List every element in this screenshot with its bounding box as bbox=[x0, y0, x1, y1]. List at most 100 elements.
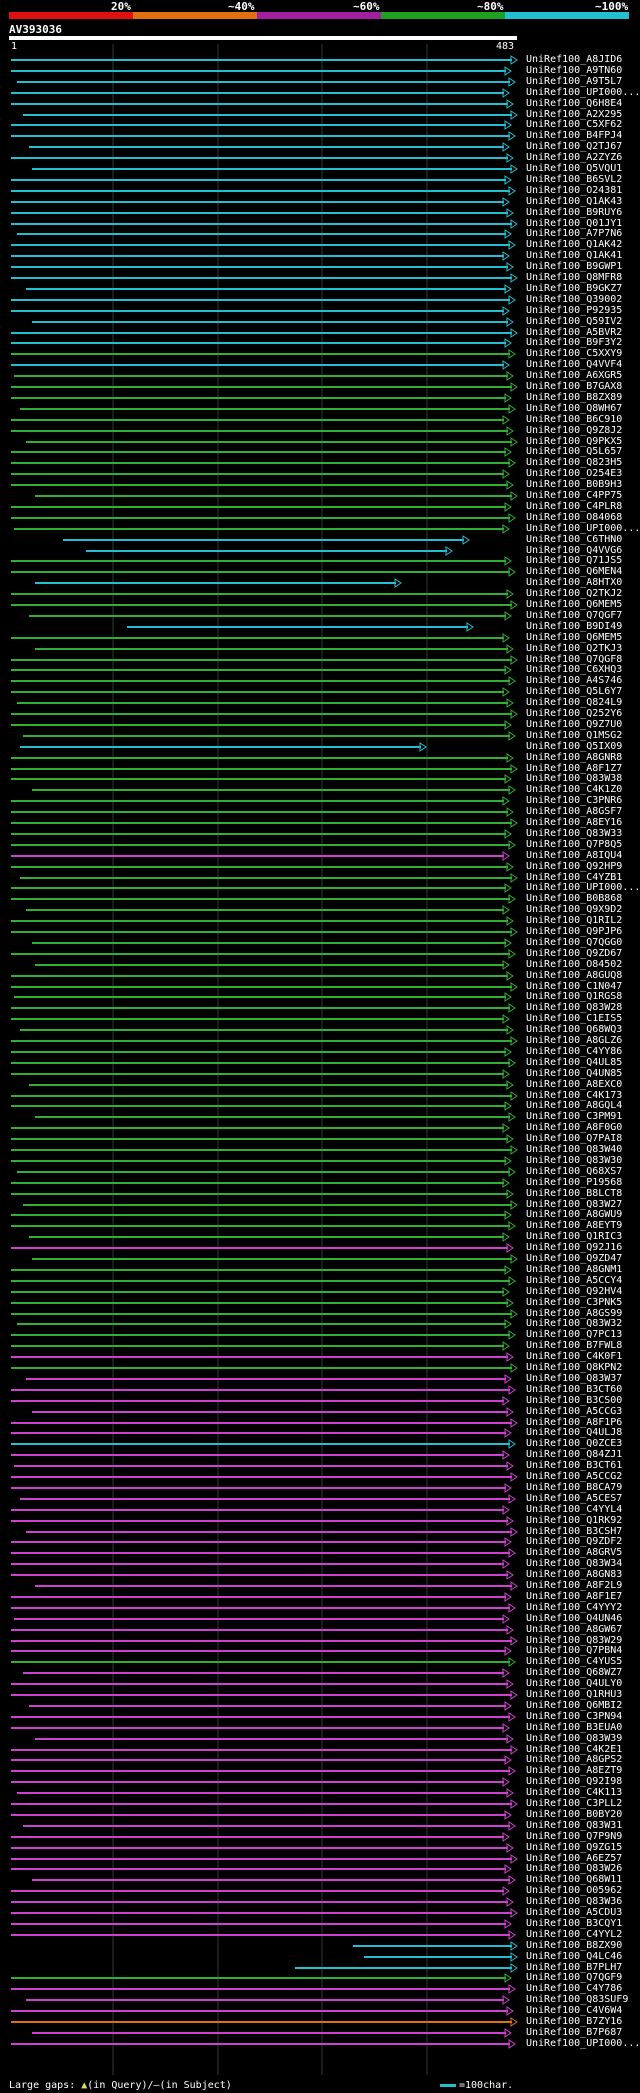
hit-label[interactable]: UniRef100_Q9ZD47 bbox=[526, 1254, 622, 1264]
hit-label[interactable]: UniRef100_Q4UN46 bbox=[526, 1614, 622, 1624]
hit-label[interactable]: UniRef100_B3CQY1 bbox=[526, 1919, 622, 1929]
hit-label[interactable]: UniRef100_P19568 bbox=[526, 1178, 622, 1188]
hit-label[interactable]: UniRef100_Q68WQ3 bbox=[526, 1025, 622, 1035]
hit-label[interactable]: UniRef100_Q2TKJ3 bbox=[526, 644, 622, 654]
hit-label[interactable]: UniRef100_Q7QGG0 bbox=[526, 938, 622, 948]
hit-label[interactable]: UniRef100_Q7QGF7 bbox=[526, 611, 622, 621]
hit-label[interactable]: UniRef100_Q68WZ7 bbox=[526, 1668, 622, 1678]
hit-label[interactable]: UniRef100_Q84ZJ1 bbox=[526, 1450, 622, 1460]
hit-label[interactable]: UniRef100_Q59IV2 bbox=[526, 317, 622, 327]
hit-label[interactable]: UniRef100_B0B868 bbox=[526, 894, 622, 904]
hit-label[interactable]: UniRef100_Q8WH67 bbox=[526, 404, 622, 414]
hit-label[interactable]: UniRef100_Q4UL85 bbox=[526, 1058, 622, 1068]
hit-label[interactable]: UniRef100_Q39002 bbox=[526, 295, 622, 305]
hit-label[interactable]: UniRef100_Q9ZG15 bbox=[526, 1843, 622, 1853]
hit-label[interactable]: UniRef100_C3PM91 bbox=[526, 1112, 622, 1122]
hit-label[interactable]: UniRef100_C4YYL2 bbox=[526, 1930, 622, 1940]
hit-label[interactable]: UniRef100_B8ZX89 bbox=[526, 393, 622, 403]
hit-label[interactable]: UniRef100_C4Y786 bbox=[526, 1984, 622, 1994]
hit-label[interactable]: UniRef100_A8GPS2 bbox=[526, 1755, 622, 1765]
hit-label[interactable]: UniRef100_A5CCG3 bbox=[526, 1407, 622, 1417]
hit-label[interactable]: UniRef100_C6XHQ3 bbox=[526, 665, 622, 675]
hit-label[interactable]: UniRef100_Q83W34 bbox=[526, 1559, 622, 1569]
hit-label[interactable]: UniRef100_C4K1Z0 bbox=[526, 785, 622, 795]
hit-label[interactable]: UniRef100_Q9ZDF2 bbox=[526, 1537, 622, 1547]
hit-label[interactable]: UniRef100_Q83SUF9 bbox=[526, 1995, 628, 2005]
hit-label[interactable]: UniRef100_A8F1E7 bbox=[526, 1592, 622, 1602]
hit-label[interactable]: UniRef100_C4YY86 bbox=[526, 1047, 622, 1057]
hit-label[interactable]: UniRef100_Q8KPN2 bbox=[526, 1363, 622, 1373]
hit-label[interactable]: UniRef100_Q1RK92 bbox=[526, 1516, 622, 1526]
hit-label[interactable]: UniRef100_Q92J16 bbox=[526, 1243, 622, 1253]
hit-label[interactable]: UniRef100_Q83W37 bbox=[526, 1374, 622, 1384]
hit-label[interactable]: UniRef100_A2ZYZ6 bbox=[526, 153, 622, 163]
hit-label[interactable]: UniRef100_Q2TKJ2 bbox=[526, 589, 622, 599]
hit-label[interactable]: UniRef100_B0B9H3 bbox=[526, 480, 622, 490]
hit-label[interactable]: UniRef100_Q1RGS8 bbox=[526, 992, 622, 1002]
hit-label[interactable]: UniRef100_O84502 bbox=[526, 960, 622, 970]
hit-label[interactable]: UniRef100_C4YYY2 bbox=[526, 1603, 622, 1613]
hit-label[interactable]: UniRef100_B3EUA0 bbox=[526, 1723, 622, 1733]
hit-label[interactable]: UniRef100_Q83W40 bbox=[526, 1145, 622, 1155]
hit-label[interactable]: UniRef100_Q1AK41 bbox=[526, 251, 622, 261]
hit-label[interactable]: UniRef100_Q1AK42 bbox=[526, 240, 622, 250]
hit-label[interactable]: UniRef100_C5XXY9 bbox=[526, 349, 622, 359]
hit-label[interactable]: UniRef100_C4V6W4 bbox=[526, 2006, 622, 2016]
hit-label[interactable]: UniRef100_A8JID6 bbox=[526, 55, 622, 65]
hit-label[interactable]: UniRef100_A8EXC0 bbox=[526, 1080, 622, 1090]
hit-label[interactable]: UniRef100_C4K113 bbox=[526, 1788, 622, 1798]
hit-label[interactable]: UniRef100_Q9Z8J2 bbox=[526, 426, 622, 436]
hit-label[interactable]: UniRef100_A5CES7 bbox=[526, 1494, 622, 1504]
hit-label[interactable]: UniRef100_Q4LC46 bbox=[526, 1952, 622, 1962]
hit-label[interactable]: UniRef100_A9T5L7 bbox=[526, 77, 622, 87]
hit-label[interactable]: UniRef100_A8IQU4 bbox=[526, 851, 622, 861]
hit-label[interactable]: UniRef100_B6C910 bbox=[526, 415, 622, 425]
hit-label[interactable]: UniRef100_A8EY16 bbox=[526, 818, 622, 828]
hit-label[interactable]: UniRef100_A5CDU3 bbox=[526, 1908, 622, 1918]
hit-label[interactable]: UniRef100_Q9X9D2 bbox=[526, 905, 622, 915]
hit-label[interactable]: UniRef100_A8GN83 bbox=[526, 1570, 622, 1580]
hit-label[interactable]: UniRef100_B3CT60 bbox=[526, 1385, 622, 1395]
hit-label[interactable]: UniRef100_Q824L9 bbox=[526, 698, 622, 708]
hit-label[interactable]: UniRef100_B9GKZ7 bbox=[526, 284, 622, 294]
hit-label[interactable]: UniRef100_A8GLZ6 bbox=[526, 1036, 622, 1046]
hit-label[interactable]: UniRef100_B9DI49 bbox=[526, 622, 622, 632]
hit-label[interactable]: UniRef100_C3PNR6 bbox=[526, 796, 622, 806]
hit-label[interactable]: UniRef100_Q83W36 bbox=[526, 1897, 622, 1907]
hit-label[interactable]: UniRef100_UPI000... bbox=[526, 883, 640, 893]
hit-label[interactable]: UniRef100_Q83W26 bbox=[526, 1864, 622, 1874]
hit-label[interactable]: UniRef100_Q83W33 bbox=[526, 829, 622, 839]
hit-label[interactable]: UniRef100_A8GW67 bbox=[526, 1625, 622, 1635]
hit-label[interactable]: UniRef100_B7P687 bbox=[526, 2028, 622, 2038]
hit-label[interactable]: UniRef100_B7FWL8 bbox=[526, 1341, 622, 1351]
hit-label[interactable]: UniRef100_B9F3Y2 bbox=[526, 338, 622, 348]
hit-label[interactable]: UniRef100_A7P7N6 bbox=[526, 229, 622, 239]
hit-label[interactable]: UniRef100_UPI000... bbox=[526, 88, 640, 98]
hit-label[interactable]: UniRef100_Q5VQU1 bbox=[526, 164, 622, 174]
hit-label[interactable]: UniRef100_A8HTX0 bbox=[526, 578, 622, 588]
hit-label[interactable]: UniRef100_Q1AK43 bbox=[526, 197, 622, 207]
hit-label[interactable]: UniRef100_A9TN60 bbox=[526, 66, 622, 76]
hit-label[interactable]: UniRef100_Q83W32 bbox=[526, 1319, 622, 1329]
hit-label[interactable]: UniRef100_Q83W31 bbox=[526, 1821, 622, 1831]
hit-label[interactable]: UniRef100_B4FPJ4 bbox=[526, 131, 622, 141]
hit-label[interactable]: UniRef100_Q6MEM5 bbox=[526, 633, 622, 643]
hit-label[interactable]: UniRef100_B3CS00 bbox=[526, 1396, 622, 1406]
hit-label[interactable]: UniRef100_Q9PJP6 bbox=[526, 927, 622, 937]
hit-label[interactable]: UniRef100_B8LCT8 bbox=[526, 1189, 622, 1199]
hit-label[interactable]: UniRef100_C4PLR8 bbox=[526, 502, 622, 512]
hit-label[interactable]: UniRef100_Q6MEN4 bbox=[526, 567, 622, 577]
hit-label[interactable]: UniRef100_A8F0G0 bbox=[526, 1123, 622, 1133]
hit-label[interactable]: UniRef100_C3PNK5 bbox=[526, 1298, 622, 1308]
hit-label[interactable]: UniRef100_A8GQL4 bbox=[526, 1101, 622, 1111]
hit-label[interactable]: UniRef100_O84068 bbox=[526, 513, 622, 523]
hit-label[interactable]: UniRef100_Q1RIC3 bbox=[526, 1232, 622, 1242]
hit-label[interactable]: UniRef100_Q8MFR8 bbox=[526, 273, 622, 283]
hit-label[interactable]: UniRef100_A8GWU9 bbox=[526, 1210, 622, 1220]
hit-label[interactable]: UniRef100_Q92I98 bbox=[526, 1777, 622, 1787]
hit-label[interactable]: UniRef100_C5XF62 bbox=[526, 120, 622, 130]
hit-label[interactable]: UniRef100_A5CCY4 bbox=[526, 1276, 622, 1286]
hit-label[interactable]: UniRef100_A5CCG2 bbox=[526, 1472, 622, 1482]
hit-label[interactable]: UniRef100_A8F2L9 bbox=[526, 1581, 622, 1591]
hit-label[interactable]: UniRef100_Q4VVF4 bbox=[526, 360, 622, 370]
